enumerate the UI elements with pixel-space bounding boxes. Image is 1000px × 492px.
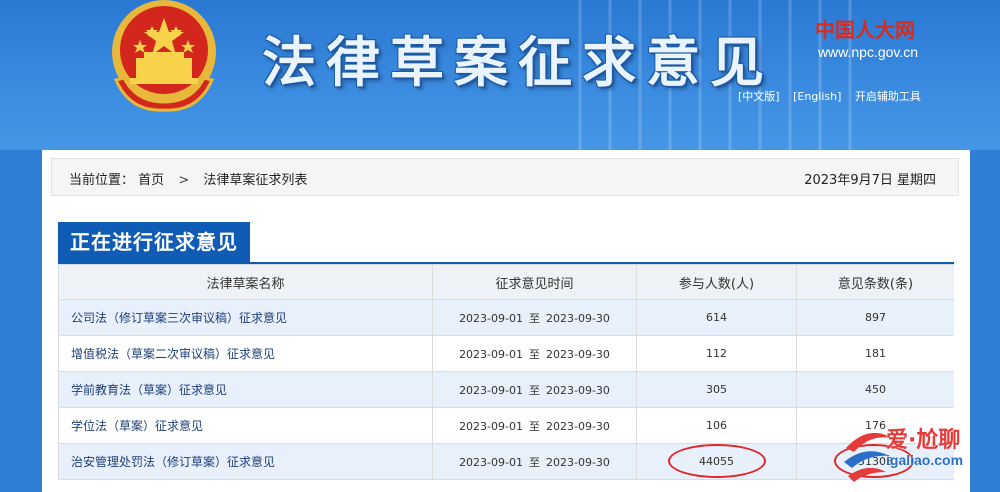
end-date: 2023-09-30	[546, 383, 610, 397]
npc-logo[interactable]: 中国人大网	[810, 14, 920, 43]
breadcrumb-bar: 当前位置： 首页 > 法律草案征求列表 2023年9月7日 星期四	[51, 158, 959, 196]
draft-name-link[interactable]: 增值税法（草案二次审议稿）征求意见	[58, 335, 433, 372]
start-date: 2023-09-01	[459, 311, 523, 325]
english-version-link[interactable]: [English]	[793, 90, 841, 103]
start-date: 2023-09-01	[459, 455, 523, 469]
to-label: 至	[529, 419, 540, 433]
end-date: 2023-09-30	[546, 347, 610, 361]
drafts-table-wrapper: 法律草案名称 征求意见时间 参与人数(人) 意见条数(条) 公司法（修订草案三次…	[58, 262, 954, 492]
participants-highlight-circle	[668, 444, 766, 478]
breadcrumb-separator: >	[178, 173, 190, 188]
table-row[interactable]: 增值税法（草案二次审议稿）征求意见 2023-09-01 至 2023-09-30 …	[58, 335, 954, 372]
to-label: 至	[529, 383, 540, 397]
period-cell: 2023-09-01 至 2023-09-30	[432, 299, 637, 336]
end-date: 2023-09-30	[546, 311, 610, 325]
national-emblem-icon	[112, 0, 216, 112]
breadcrumb-current[interactable]: 法律草案征求列表	[203, 173, 307, 188]
table-row[interactable]: 公司法（修订草案三次审议稿）征求意见 2023-09-01 至 2023-09-30…	[58, 299, 954, 336]
drafts-table: 法律草案名称 征求意见时间 参与人数(人) 意见条数(条) 公司法（修订草案三次…	[58, 264, 954, 480]
start-date: 2023-09-01	[459, 347, 523, 361]
participants-cell: 305	[636, 371, 797, 408]
breadcrumb-home-link[interactable]: 首页	[138, 173, 164, 188]
draft-name-link[interactable]: 公司法（修订草案三次审议稿）征求意见	[58, 299, 433, 336]
opinions-cell: 450	[796, 371, 954, 408]
watermark: 爱·尬聊 igaliao.com	[840, 418, 1000, 492]
section-title: 正在进行征求意见	[58, 222, 250, 262]
draft-name-link[interactable]: 治安管理处罚法（修订草案）征求意见	[58, 443, 433, 480]
table-header-row: 法律草案名称 征求意见时间 参与人数(人) 意见条数(条)	[58, 264, 954, 300]
table-row[interactable]: 学前教育法（草案）征求意见 2023-09-01 至 2023-09-30 305 …	[58, 371, 954, 408]
draft-name-link[interactable]: 学位法（草案）征求意见	[58, 407, 433, 444]
language-links: [中文版] [English] 开启辅助工具	[738, 88, 921, 104]
participants-cell: 106	[636, 407, 797, 444]
end-date: 2023-09-30	[546, 419, 610, 433]
watermark-url: igaliao.com	[886, 452, 964, 468]
period-cell: 2023-09-01 至 2023-09-30	[432, 443, 637, 480]
content-panel: 当前位置： 首页 > 法律草案征求列表 2023年9月7日 星期四 正在进行征求…	[42, 150, 970, 492]
period-cell: 2023-09-01 至 2023-09-30	[432, 407, 637, 444]
column-header-period: 征求意见时间	[432, 264, 637, 300]
accessibility-tools-link[interactable]: 开启辅助工具	[855, 90, 921, 103]
draft-name-link[interactable]: 学前教育法（草案）征求意见	[58, 371, 433, 408]
end-date: 2023-09-30	[546, 455, 610, 469]
column-header-participants: 参与人数(人)	[636, 264, 797, 300]
npc-url-link[interactable]: www.npc.gov.cn	[808, 44, 928, 60]
participants-cell: 614	[636, 299, 797, 336]
current-date: 2023年9月7日 星期四	[804, 173, 936, 188]
opinions-cell: 181	[796, 335, 954, 372]
to-label: 至	[529, 311, 540, 325]
opinions-cell: 897	[796, 299, 954, 336]
column-header-opinions: 意见条数(条)	[796, 264, 954, 300]
watermark-text: 爱·尬聊	[886, 428, 961, 453]
table-row[interactable]: 学位法（草案）征求意见 2023-09-01 至 2023-09-30 106 17…	[58, 407, 954, 444]
column-header-name: 法律草案名称	[58, 264, 433, 300]
breadcrumb: 当前位置： 首页 > 法律草案征求列表	[69, 169, 307, 188]
start-date: 2023-09-01	[459, 383, 523, 397]
chinese-version-link[interactable]: [中文版]	[738, 90, 780, 103]
participants-cell: 112	[636, 335, 797, 372]
to-label: 至	[529, 347, 540, 361]
site-title: 法律草案征求意见	[262, 30, 774, 94]
breadcrumb-prefix: 当前位置：	[69, 173, 135, 188]
to-label: 至	[529, 455, 540, 469]
table-row[interactable]: 治安管理处罚法（修订草案）征求意见 2023-09-01 至 2023-09-30 …	[58, 443, 954, 480]
header-banner: 法律草案征求意见 中国人大网 www.npc.gov.cn [中文版] [Eng…	[0, 0, 1000, 150]
start-date: 2023-09-01	[459, 419, 523, 433]
period-cell: 2023-09-01 至 2023-09-30	[432, 335, 637, 372]
period-cell: 2023-09-01 至 2023-09-30	[432, 371, 637, 408]
